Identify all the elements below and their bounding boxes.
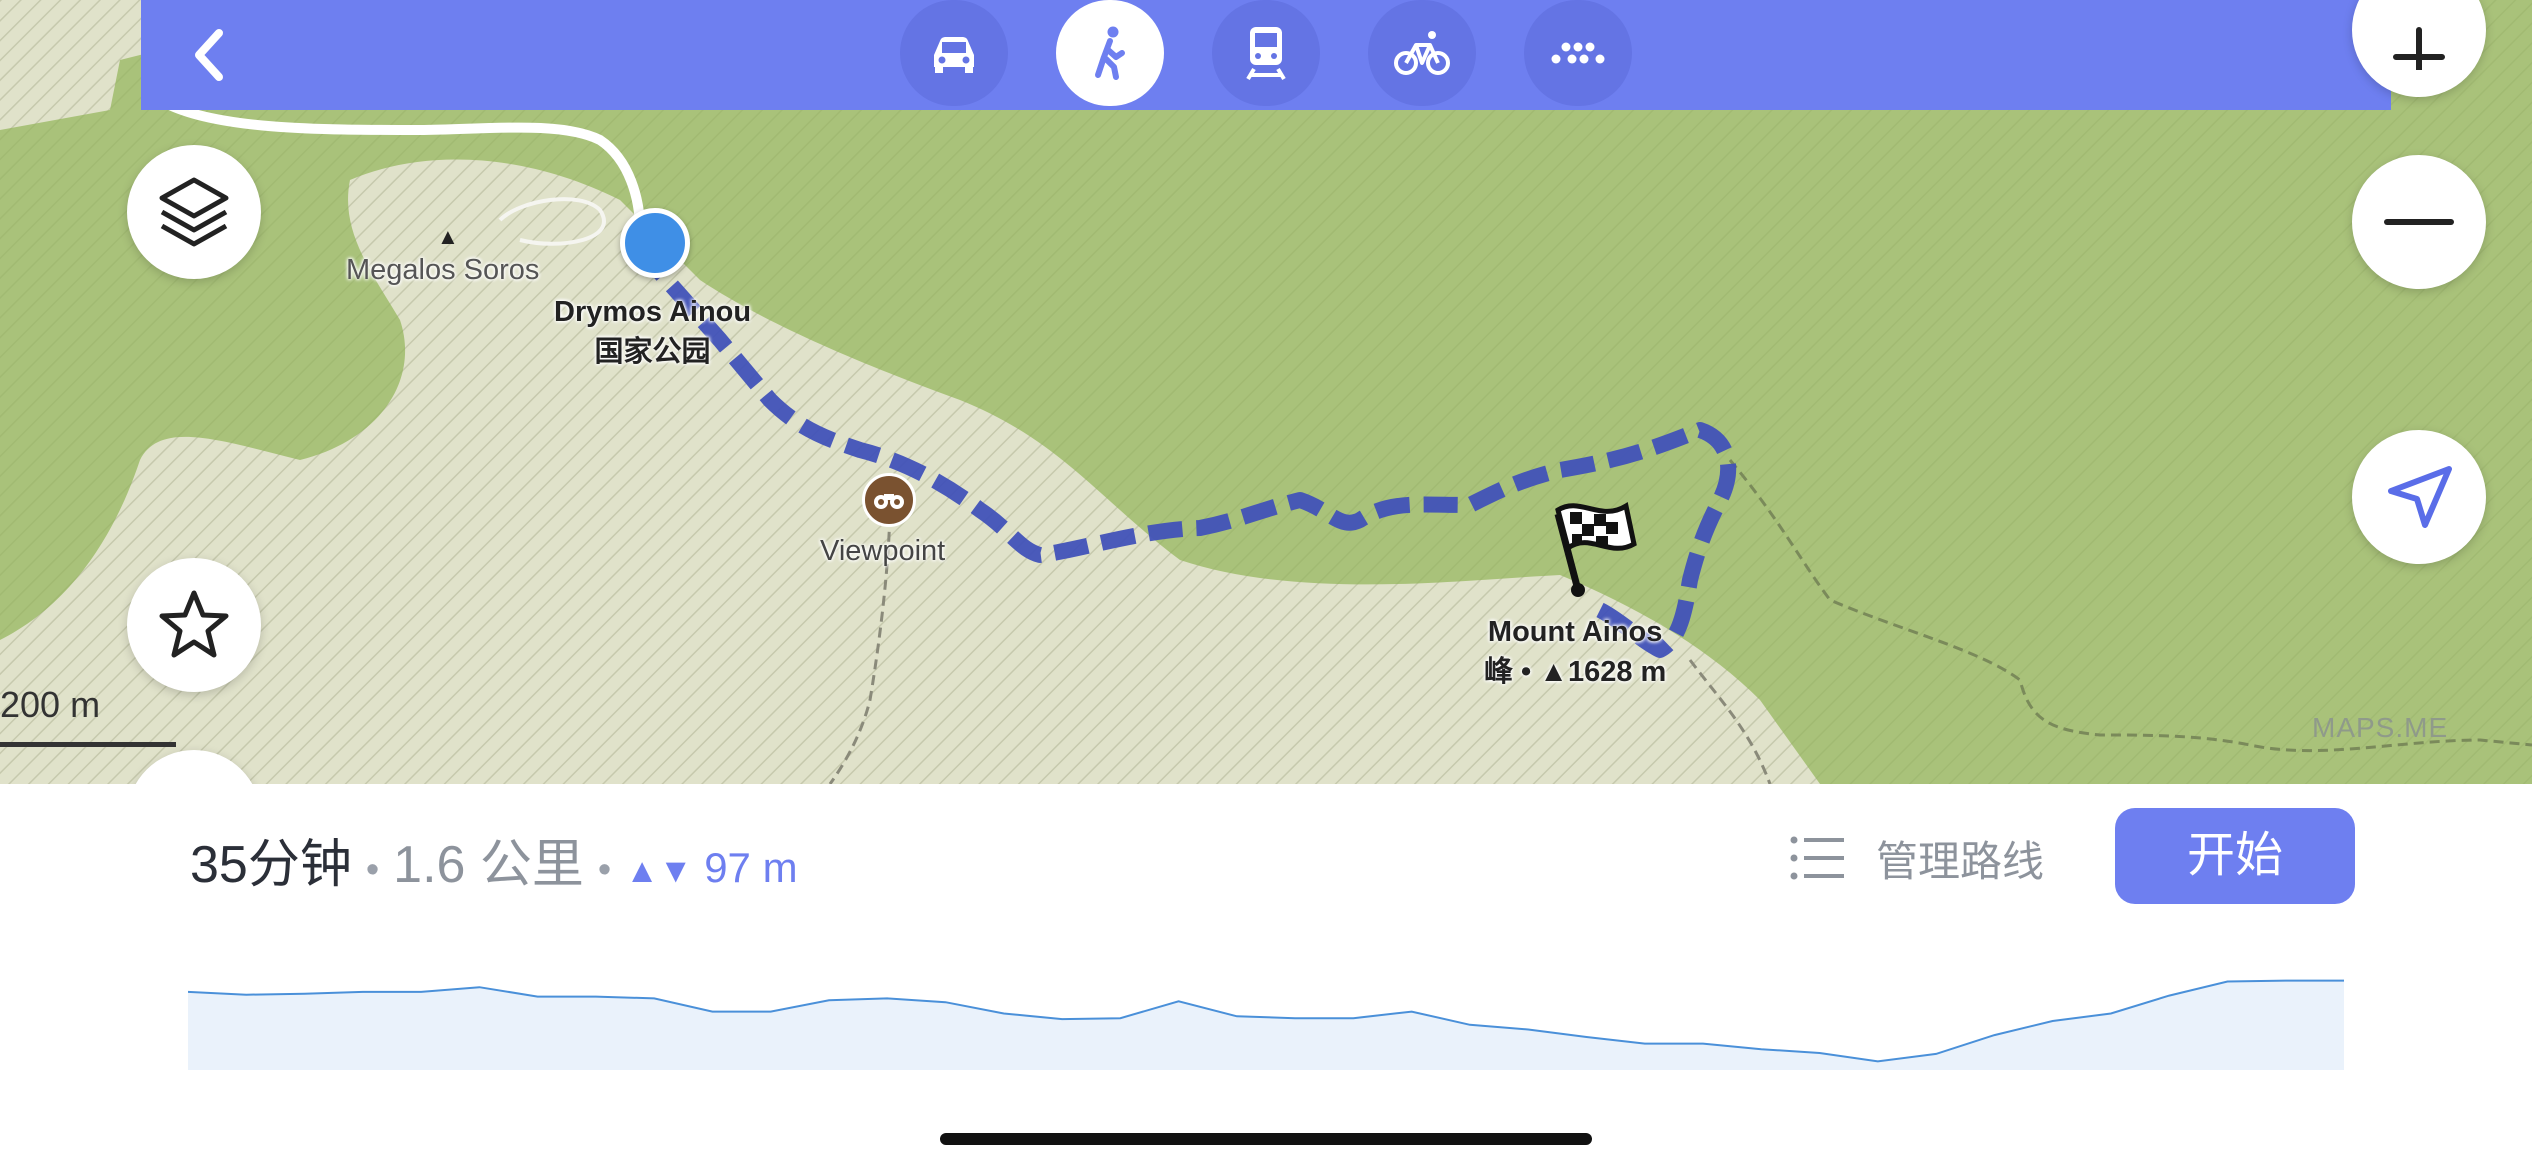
navigation-arrow-icon [2388,466,2452,528]
mode-walk-button[interactable] [1056,0,1164,106]
label-drymos-line1: Drymos Ainou [554,296,752,328]
route-time: 35分钟 [190,836,352,894]
map-view[interactable]: ▲ Megalos Soros Drymos Ainou 国家公园 Viewpo… [0,0,2532,784]
minus-icon [2384,219,2454,225]
route-distance: 1.6 公里 [393,836,584,894]
binoculars-icon[interactable] [862,473,916,527]
elevation-value: 97 m [704,844,798,891]
walking-icon [1095,26,1125,80]
chevron-left-icon [195,29,223,81]
plus-icon [2393,27,2445,70]
home-indicator[interactable] [940,1133,1592,1145]
separator-dot: • [365,849,380,891]
star-icon [159,590,229,658]
current-location-dot [620,208,690,278]
mode-car-button[interactable] [900,0,1008,106]
zoom-out-button[interactable] [2352,155,2486,289]
elevation-area [188,980,2344,1070]
mode-transit-button[interactable] [1212,0,1320,106]
mode-bicycle-button[interactable] [1368,0,1476,106]
layers-icon [159,177,229,247]
car-icon [934,37,974,73]
maps-me-watermark: MAPS.ME [2312,712,2449,743]
label-ainos-line1: Mount Ainos [1487,616,1663,648]
layers-button[interactable] [127,145,261,279]
manage-route-button[interactable]: 管理路线 [1790,828,2044,888]
start-button[interactable]: 开始 [2115,808,2355,904]
back-button[interactable] [171,15,251,95]
label-mount-ainos: Mount Ainos 峰 • ▲1628 m [1484,612,1666,692]
mode-taxi-button[interactable] [1524,0,1632,106]
elevation-profile-chart [188,979,2344,1070]
label-megalos-soros: Megalos Soros [346,254,540,286]
label-drymos-ainou: Drymos Ainou 国家公园 [554,292,751,372]
finish-flag-icon [1554,502,1637,597]
label-viewpoint: Viewpoint [820,535,946,567]
map-canvas[interactable] [0,0,2532,784]
my-position-button[interactable] [2352,430,2486,564]
scale-bar [0,742,176,747]
manage-route-label: 管理路线 [1876,837,2045,885]
separator-dot: • [597,849,612,891]
peak-icon: ▲ [437,224,459,249]
bicycle-icon [1394,31,1450,75]
label-drymos-line2: 国家公园 [594,336,711,368]
train-icon [1246,27,1286,81]
label-ainos-line2: 峰 • ▲1628 m [1484,656,1667,688]
routing-mode-bar [141,0,2391,110]
scale-label: 200 m [0,684,101,725]
taxi-dots-icon [1551,42,1605,64]
bookmarks-button[interactable] [127,558,261,692]
list-icon [1790,836,1844,880]
route-elevation: ▲▼ 97 m [625,844,797,891]
route-summary: 35分钟 • 1.6 公里 • ▲▼ 97 m [190,822,798,897]
elevation-icon: ▲▼ [625,852,693,890]
